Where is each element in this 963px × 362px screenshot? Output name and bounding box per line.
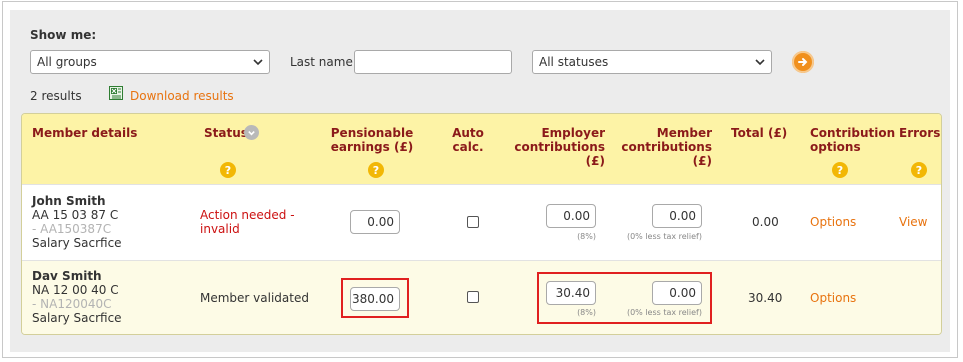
table-row: Dav Smith NA 12 00 40 C - NA120040C Sala… [22,260,941,334]
group-select[interactable]: All groups [30,50,270,74]
header-contribution-options: Contribution options [810,126,895,154]
member-reference: - AA150387C [32,222,112,236]
member-scheme: Salary Sacrfice [32,236,122,250]
member-details: Dav Smith NA 12 00 40 C - NA120040C Sala… [32,269,122,325]
employer-rate-note: (8%) [577,232,596,241]
highlight-contributions [537,272,712,324]
status-text: Action needed - invalid [200,208,295,236]
chevron-down-icon [253,59,263,66]
header-contrib-line1: Contribution [810,126,896,140]
status-text: Member validated [200,291,309,305]
status-select-value: All statuses [539,55,609,69]
results-panel: Show me: All groups Last name All status… [10,10,950,352]
contribution-options-help-icon[interactable]: ? [832,162,848,178]
header-employer-line1: Employer [541,126,605,140]
member-ni-number: AA 15 03 87 C [32,208,119,222]
pensionable-earnings-input[interactable]: 0.00 [350,210,400,234]
member-name: Dav Smith [32,269,102,283]
chevron-down-icon [248,131,255,136]
header-employer-line2: contributions (£) [514,140,605,168]
member-contributions-input[interactable]: 0.00 [652,204,702,228]
total-value: 0.00 [752,215,779,229]
status-line2: invalid [200,222,240,236]
header-pensionable-line1: Pensionable [330,126,414,140]
header-employer-contributions: Employer contributions (£) [492,126,605,168]
header-errors: Errors [899,126,941,140]
member-name: John Smith [32,194,106,208]
options-link[interactable]: Options [810,291,856,305]
table-row: John Smith AA 15 03 87 C - AA150387C Sal… [22,184,941,260]
chevron-down-icon [755,59,765,66]
arrow-right-icon [798,58,808,66]
header-pensionable-line2: earnings (£) [330,140,414,154]
highlight-pensionable [341,278,409,318]
auto-calc-checkbox[interactable] [467,216,479,228]
show-me-label: Show me: [30,28,97,42]
status-line1: Action needed - [200,208,295,222]
header-member-line2: contributions (£) [621,140,712,168]
header-member-line1: Member [656,126,712,140]
go-button[interactable] [792,51,814,73]
member-scheme: Salary Sacrfice [32,311,122,325]
header-auto-line2: calc. [452,140,484,154]
member-rate-note: (0% less tax relief) [626,232,702,241]
header-member-contributions: Member contributions (£) [607,126,712,168]
status-select[interactable]: All statuses [532,50,772,74]
sort-status-button[interactable] [244,125,259,140]
member-details: John Smith AA 15 03 87 C - AA150387C Sal… [32,194,122,250]
last-name-input[interactable] [354,50,512,74]
member-reference: - NA120040C [32,297,112,311]
header-total: Total (£) [731,126,788,140]
header-status[interactable]: Status [204,126,248,140]
options-link[interactable]: Options [810,215,856,229]
pensionable-help-icon[interactable]: ? [368,162,384,178]
errors-help-icon[interactable]: ? [911,162,927,178]
employer-contributions-input[interactable]: 0.00 [546,204,596,228]
auto-calc-checkbox[interactable] [467,291,479,303]
last-name-label: Last name [290,55,353,69]
results-count: 2 results [30,89,82,103]
group-select-value: All groups [37,55,97,69]
header-pensionable: Pensionable earnings (£) [327,126,417,154]
excel-icon [109,86,123,100]
download-results-link[interactable]: Download results [130,89,234,103]
member-ni-number: NA 12 00 40 C [32,283,119,297]
table-header: Member details Status Pensionable earnin… [22,114,941,184]
header-auto-calc: Auto calc. [447,126,489,154]
header-member-details: Member details [32,126,138,140]
header-auto-line1: Auto [452,126,484,140]
status-help-icon[interactable]: ? [220,162,236,178]
members-table: Member details Status Pensionable earnin… [21,113,942,335]
header-contrib-line2: options [810,140,861,154]
total-value: 30.40 [748,291,783,305]
view-errors-link[interactable]: View [899,215,927,229]
